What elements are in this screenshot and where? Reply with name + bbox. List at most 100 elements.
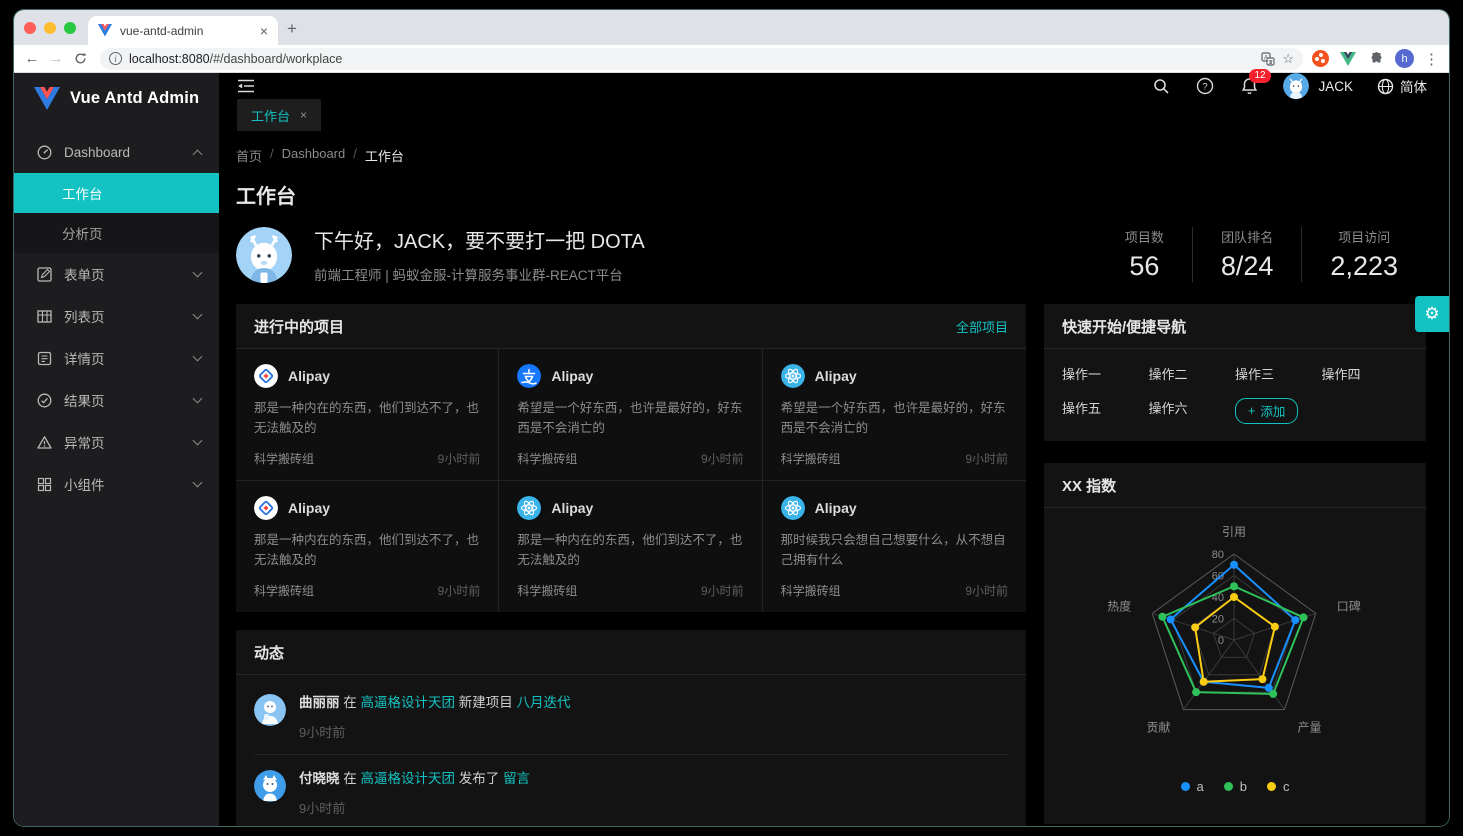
translate-icon[interactable]: A [1261, 52, 1275, 66]
sidebar-item-detail[interactable]: 详情页 [14, 337, 219, 379]
project-group[interactable]: 科学搬砖组 [517, 582, 577, 599]
breadcrumb-home[interactable]: 首页 [236, 146, 262, 165]
site-info-icon[interactable]: i [109, 52, 122, 65]
username: JACK [1318, 79, 1353, 94]
projects-panel: 进行中的项目 全部项目 Alipay那是一种内在的东西，他们到达不了，也无法触及… [236, 304, 1026, 612]
extensions-puzzle-icon[interactable] [1367, 50, 1385, 68]
project-card[interactable]: Alipay那是一种内在的东西，他们到达不了，也无法触及的科学搬砖组9小时前 [236, 481, 499, 612]
extension-orange-icon[interactable] [1311, 50, 1329, 68]
browser-tabstrip: vue-antd-admin × + [14, 10, 1449, 45]
sidebar-item-list[interactable]: 列表页 [14, 295, 219, 337]
page-tab-close-icon[interactable]: × [300, 108, 307, 122]
help-icon[interactable]: ? [1195, 76, 1215, 96]
page-title: 工作台 [236, 180, 1426, 209]
chrome-menu-icon[interactable]: ⋮ [1424, 50, 1439, 68]
project-group[interactable]: 科学搬砖组 [517, 450, 577, 467]
activity-avatar [254, 770, 286, 802]
project-title[interactable]: Alipay [815, 368, 857, 384]
sidebar-item-dashboard[interactable]: Dashboard [14, 131, 219, 173]
quicknav-link[interactable]: 操作一 [1062, 364, 1149, 383]
forward-button[interactable]: → [44, 48, 68, 70]
activity-panel: 动态 曲丽丽 在 [236, 630, 1026, 826]
breadcrumb-dashboard[interactable]: Dashboard [282, 146, 346, 165]
project-card[interactable]: Alipay希望是一个好东西，也许是最好的，好东西是不会消亡的科学搬砖组9小时前 [763, 349, 1026, 481]
target-link[interactable]: 八月迭代 [517, 695, 571, 710]
search-icon[interactable] [1151, 76, 1171, 96]
all-projects-link[interactable]: 全部项目 [956, 317, 1008, 336]
user-menu[interactable]: JACK [1283, 73, 1353, 99]
bookmark-star-icon[interactable]: ☆ [1282, 51, 1294, 67]
team-link[interactable]: 高逼格设计天团 [361, 771, 456, 786]
project-card[interactable]: Alipay那时候我只会想自己想要什么，从不想自己拥有什么科学搬砖组9小时前 [763, 481, 1026, 612]
project-group[interactable]: 科学搬砖组 [254, 450, 314, 467]
theme-settings-button[interactable]: ⚙ [1415, 296, 1449, 332]
sidebar-item-label: 表单页 [64, 264, 182, 284]
sidebar-item-form[interactable]: 表单页 [14, 253, 219, 295]
minimize-window-button[interactable] [44, 22, 56, 34]
page-tab-workplace[interactable]: 工作台 × [237, 99, 321, 131]
sidebar-item-analysis[interactable]: 分析页 [14, 213, 219, 253]
app-logo[interactable]: Vue Antd Admin [14, 73, 219, 123]
antdesign-logo-icon [254, 364, 278, 388]
notifications-bell-icon[interactable]: 12 [1239, 76, 1259, 96]
sidebar-item-widgets[interactable]: 小组件 [14, 463, 219, 505]
add-button[interactable]: +添加 [1235, 398, 1298, 424]
team-link[interactable]: 高逼格设计天团 [361, 695, 456, 710]
chevron-down-icon [193, 478, 203, 488]
new-tab-button[interactable]: + [278, 15, 306, 43]
sidebar-item-exception[interactable]: 异常页 [14, 421, 219, 463]
quicknav-link[interactable]: 操作六 [1149, 398, 1236, 424]
language-switcher[interactable]: 简体 [1377, 76, 1427, 96]
legend-item[interactable]: a [1181, 779, 1204, 794]
chevron-down-icon [193, 310, 203, 320]
dashboard-icon [36, 145, 52, 160]
menu-fold-icon[interactable] [237, 78, 255, 94]
project-card[interactable]: Alipay希望是一个好东西，也许是最好的，好东西是不会消亡的科学搬砖组9小时前 [499, 349, 762, 481]
quicknav-link[interactable]: 操作五 [1062, 398, 1149, 424]
user-role: 前端工程师 | 蚂蚁金服-计算服务事业群-REACT平台 [314, 264, 645, 284]
project-card[interactable]: Alipay那是一种内在的东西，他们到达不了，也无法触及的科学搬砖组9小时前 [236, 349, 499, 481]
target-link[interactable]: 留言 [503, 771, 530, 786]
tab-close-icon[interactable]: × [260, 24, 268, 38]
user-avatar [1283, 73, 1309, 99]
activity-text: 曲丽丽 在 高逼格设计天团 新建项目 八月迭代 [299, 694, 571, 713]
alipay-logo-icon [517, 364, 541, 388]
chevron-down-icon [193, 352, 203, 362]
close-window-button[interactable] [24, 22, 36, 34]
table-icon [36, 309, 52, 324]
project-group[interactable]: 科学搬砖组 [254, 582, 314, 599]
quicknav-link[interactable]: 操作二 [1149, 364, 1236, 383]
address-bar[interactable]: i localhost:8080/#/dashboard/workplace A… [100, 48, 1303, 70]
plus-icon: + [1248, 404, 1255, 418]
sidebar-item-workplace[interactable]: 工作台 [14, 173, 219, 213]
project-title[interactable]: Alipay [288, 500, 330, 516]
legend-item[interactable]: c [1267, 779, 1290, 794]
browser-tab-title: vue-antd-admin [120, 24, 252, 38]
browser-tab[interactable]: vue-antd-admin × [88, 16, 278, 45]
project-title[interactable]: Alipay [815, 500, 857, 516]
project-title[interactable]: Alipay [551, 500, 593, 516]
back-button[interactable]: ← [20, 48, 44, 70]
stat-rank: 团队排名 8/24 [1192, 227, 1302, 282]
legend-item[interactable]: b [1224, 779, 1247, 794]
quicknav-link[interactable]: 操作四 [1322, 364, 1409, 383]
sidebar-menu: Dashboard 工作台 分析页 表单页 [14, 131, 219, 505]
sidebar-item-result[interactable]: 结果页 [14, 379, 219, 421]
quicknav-link[interactable]: 操作三 [1235, 364, 1322, 383]
notification-badge: 12 [1249, 69, 1270, 83]
vue-devtools-icon[interactable] [1339, 50, 1357, 68]
breadcrumb: 首页 / Dashboard / 工作台 [236, 146, 1426, 165]
project-card[interactable]: Alipay那是一种内在的东西，他们到达不了，也无法触及的科学搬砖组9小时前 [499, 481, 762, 612]
reload-button[interactable] [68, 48, 92, 70]
activity-time: 9小时前 [299, 798, 530, 817]
chevron-down-icon [193, 268, 203, 278]
project-desc: 那时候我只会想自己想要什么，从不想自己拥有什么 [781, 530, 1008, 570]
radar-svg: 020406080引用口碑产量贡献热度 [1044, 518, 1424, 770]
warning-icon [36, 435, 52, 450]
project-title[interactable]: Alipay [288, 368, 330, 384]
project-group[interactable]: 科学搬砖组 [781, 582, 841, 599]
chrome-profile-avatar[interactable]: h [1395, 49, 1414, 68]
project-title[interactable]: Alipay [551, 368, 593, 384]
project-group[interactable]: 科学搬砖组 [781, 450, 841, 467]
zoom-window-button[interactable] [64, 22, 76, 34]
